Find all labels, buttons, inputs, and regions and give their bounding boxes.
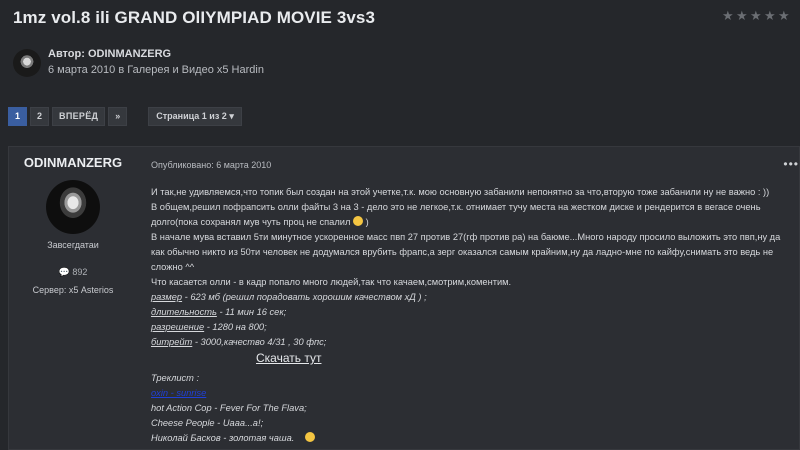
topic-date: 6 марта 2010 в Галерея и Видео х5 Hardin: [48, 64, 264, 76]
smile-emoji-icon: [304, 432, 315, 442]
content-line-tail: ): [365, 217, 369, 227]
member-rank: Завсегдатаи: [47, 240, 99, 250]
spec-value: - 1280 на 800;: [204, 322, 267, 332]
post-count: 💬 892: [9, 267, 137, 278]
content-line: Что касается олли - в кадр попало много …: [151, 277, 512, 287]
download-link[interactable]: Скачать тут: [256, 351, 791, 366]
content-line: долго(пока сохранял мув чуть проц не спа…: [151, 215, 791, 230]
page-select-label: Страница 1 из 2: [156, 111, 227, 121]
member-server: Сервер: х5 Asterios: [32, 285, 114, 295]
content-line: В начале мува вставил 5ти минутное ускор…: [151, 232, 781, 242]
star-icon[interactable]: ★: [778, 9, 790, 22]
spec-duration: длительность - 11 мин 16 сек;: [151, 305, 791, 320]
topic-meta: Автор: ODINMANZERG 6 марта 2010 в Галере…: [48, 46, 264, 78]
topic-page: 1mz vol.8 ili GRAND OlIYMPIAD MOVIE 3vs3…: [0, 0, 800, 450]
more-options-icon[interactable]: •••: [783, 157, 799, 171]
topic-title: 1mz vol.8 ili GRAND OlIYMPIAD MOVIE 3vs3: [13, 8, 376, 27]
rating-stars[interactable]: ★ ★ ★ ★ ★: [722, 9, 790, 22]
track-item: Николай Басков - золотая чаша.: [151, 431, 791, 446]
post-count-value: 892: [72, 267, 88, 277]
post-date: Опубликовано: 6 марта 2010: [151, 160, 272, 170]
spec-value: - 3000,качество 4/31 , 30 фпс;: [192, 337, 327, 347]
author-label: Автор:: [48, 48, 85, 60]
chevron-down-icon: ▾: [229, 111, 234, 121]
page-select-dropdown[interactable]: Страница 1 из 2 ▾: [148, 107, 242, 126]
author-line: Автор: ODINMANZERG: [48, 46, 264, 62]
tracklist-link-line: oxin - sunrise: [151, 386, 791, 401]
content-line: сложно ^^: [151, 262, 195, 272]
star-icon[interactable]: ★: [736, 9, 748, 22]
star-icon[interactable]: ★: [722, 9, 734, 22]
spec-resolution: разрешение - 1280 на 800;: [151, 320, 791, 335]
spec-label: разрешение: [151, 322, 205, 332]
page-1-button[interactable]: 1: [8, 107, 28, 126]
star-icon[interactable]: ★: [750, 9, 762, 22]
post-avatar[interactable]: [46, 180, 100, 234]
tracklist-link[interactable]: oxin - sunrise: [151, 388, 206, 398]
smile-emoji-icon: [353, 216, 363, 226]
spec-size: размер - 623 мб (решил порадовать хороши…: [151, 290, 791, 305]
post-author-name[interactable]: ODINMANZERG: [9, 155, 137, 170]
star-icon[interactable]: ★: [764, 9, 776, 22]
post-card: ODINMANZERG Завсегдатаи 💬 892 Сервер: х5…: [8, 146, 800, 450]
spec-value: - 623 мб (решил порадовать хорошим качес…: [182, 292, 427, 302]
track-item-text: Николай Басков - золотая чаша.: [151, 433, 295, 443]
spec-label: длительность: [151, 307, 217, 317]
author-link[interactable]: ODINMANZERG: [88, 48, 171, 60]
content-line: И так,не удивляемся,что топик был создан…: [151, 187, 770, 197]
content-line: В общем,решил пофрапсить олли файты 3 на…: [151, 202, 761, 212]
track-item: hot Action Cop - Fever For The Flava;: [151, 403, 307, 413]
pagination: 1 2 ВПЕРЁД » Страница 1 из 2 ▾: [8, 107, 242, 126]
tracklist-title: Треклист :: [151, 373, 200, 383]
spec-value: - 11 мин 16 сек;: [216, 307, 287, 317]
content-line-text: долго(пока сохранял мув чуть проц не спа…: [151, 217, 351, 227]
avatar[interactable]: [13, 49, 41, 77]
track-item: Cheese People - Uaaa...a!;: [151, 418, 264, 428]
next-page-button[interactable]: ВПЕРЁД: [52, 107, 106, 126]
last-page-button[interactable]: »: [108, 107, 128, 126]
post-author-column: ODINMANZERG Завсегдатаи 💬 892 Сервер: х5…: [9, 147, 137, 449]
spec-label: размер: [151, 292, 183, 302]
comment-icon: 💬: [58, 267, 70, 277]
topic-author-row: Автор: ODINMANZERG 6 марта 2010 в Галере…: [13, 46, 264, 78]
content-line: как обычно никто из 50ти человек не доду…: [151, 247, 774, 257]
spec-bitrate: битрейт - 3000,качество 4/31 , 30 фпс;: [151, 335, 791, 350]
spec-label: битрейт: [151, 337, 193, 347]
post-content: И так,не удивляемся,что топик был создан…: [151, 185, 791, 446]
page-2-button[interactable]: 2: [30, 107, 50, 126]
